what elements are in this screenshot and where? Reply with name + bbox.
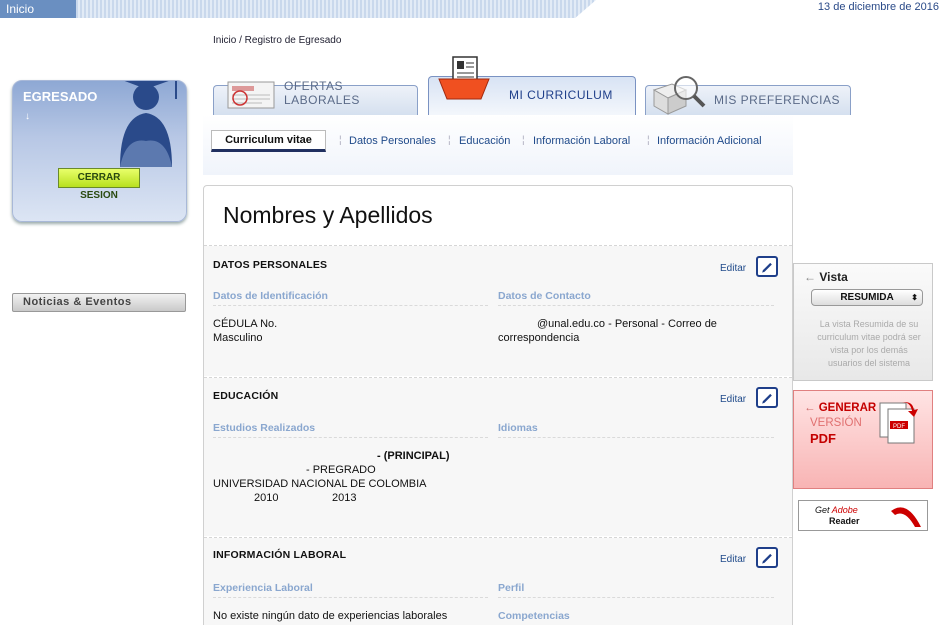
subnav-separator: ¦ <box>448 135 451 146</box>
current-date: 13 de diciembre de 2016 <box>817 1 939 13</box>
gender: Masculino <box>213 332 263 344</box>
work-section-title: INFORMACIÓN LABORAL <box>213 549 347 561</box>
pdf-document-icon: PDF <box>879 402 918 444</box>
graduate-silhouette-icon <box>120 81 177 167</box>
tab-my-curriculum-label: MI CURRICULUM <box>509 88 613 102</box>
education-year-end: 2013 <box>332 492 357 504</box>
pdf-line3: PDF <box>810 431 836 446</box>
pencil-edit-icon[interactable] <box>756 387 778 408</box>
news-events-button[interactable]: Noticias & Eventos <box>12 293 186 312</box>
tab-my-preferences[interactable]: MIS PREFERENCIAS <box>645 76 851 115</box>
education-year-start: 2010 <box>254 492 279 504</box>
divider <box>498 437 774 438</box>
breadcrumb: Inicio / Registro de Egresado <box>213 35 342 46</box>
arrow-left-icon: ← <box>804 270 820 284</box>
subtab-personal-data[interactable]: Datos Personales <box>349 135 436 147</box>
profile-name: Nombres y Apellidos <box>223 202 433 228</box>
education-section-title: EDUCACIÓN <box>213 390 279 402</box>
skills-header: Competencias <box>498 610 570 622</box>
generate-pdf-button[interactable]: ← GENERAR VERSIÓN PDF PDF <box>793 390 933 489</box>
adobe-product: Reader <box>829 516 860 526</box>
adobe-reader-label: Get Adobe Reader <box>815 505 860 527</box>
id-data-header: Datos de Identificación <box>213 290 328 302</box>
magnifier-cube-icon <box>652 76 706 115</box>
tab-job-offers[interactable]: OFERTAS LABORALES <box>213 79 418 115</box>
divider <box>498 597 774 598</box>
divider <box>498 305 774 306</box>
contact-data-header: Datos de Contacto <box>498 290 591 302</box>
education-section <box>204 378 792 536</box>
user-role: EGRESADO <box>23 89 98 104</box>
studies-header: Estudios Realizados <box>213 422 316 434</box>
personal-section-title: DATOS PERSONALES <box>213 259 328 271</box>
user-card: EGRESADO ↓ CERRAR SESION <box>12 80 187 222</box>
subtab-work-info[interactable]: Información Laboral <box>533 135 630 147</box>
education-level: - PREGRADO <box>306 464 376 476</box>
subnav-separator: ¦ <box>647 135 650 146</box>
generate-pdf-label: ← GENERAR VERSIÓN PDF <box>804 401 876 446</box>
experience-header: Experiencia Laboral <box>213 582 313 594</box>
pencil-edit-icon[interactable] <box>756 547 778 568</box>
divider <box>213 305 488 306</box>
contact-email: @unal.edu.co - Personal - Correo de <box>537 318 717 330</box>
pdf-line2: VERSIÓN <box>810 417 862 429</box>
view-options-box: ← Vista RESUMIDA ⬍ La vista Resumida de s… <box>793 263 933 381</box>
id-document: CÉDULA No. <box>213 318 278 330</box>
subnav-separator: ¦ <box>522 135 525 146</box>
tab-my-curriculum[interactable]: MI CURRICULUM <box>428 56 636 116</box>
education-edit-link[interactable]: Editar <box>720 394 746 405</box>
education-principal: - (PRINCIPAL) <box>377 450 450 462</box>
logout-button[interactable]: CERRAR SESION <box>58 168 140 201</box>
resume-folder-icon <box>438 56 490 100</box>
no-experience-text: No existe ningún dato de experiencias la… <box>213 610 448 622</box>
view-title: ← Vista <box>804 270 848 284</box>
tab-job-offers-label: OFERTAS LABORALES <box>284 79 360 107</box>
subtab-education[interactable]: Educación <box>459 135 510 147</box>
arrow-down-icon: ↓ <box>25 111 30 122</box>
subtab-additional-info[interactable]: Información Adicional <box>657 135 762 147</box>
adobe-logo-icon <box>891 507 921 527</box>
select-arrows-icon: ⬍ <box>911 293 918 302</box>
view-select-value: RESUMIDA <box>840 292 894 303</box>
divider <box>213 437 488 438</box>
adobe-brand: Adobe <box>831 505 858 515</box>
divider <box>213 597 488 598</box>
svg-text:PDF: PDF <box>893 424 905 430</box>
get-adobe-reader-button[interactable]: Get Adobe Reader <box>798 500 928 531</box>
subnav-separator: ¦ <box>339 135 342 146</box>
languages-header: Idiomas <box>498 422 538 434</box>
education-university: UNIVERSIDAD NACIONAL DE COLOMBIA <box>213 478 427 490</box>
profile-header: Perfil <box>498 582 525 594</box>
top-stripe <box>76 0 596 18</box>
work-edit-link[interactable]: Editar <box>720 554 746 565</box>
pencil-edit-icon[interactable] <box>756 256 778 277</box>
personal-edit-link[interactable]: Editar <box>720 263 746 274</box>
contact-type: correspondencia <box>498 332 580 344</box>
job-offers-icon <box>227 81 275 109</box>
home-tab[interactable]: Inicio <box>0 0 76 18</box>
tab-my-preferences-label: MIS PREFERENCIAS <box>714 93 841 107</box>
adobe-get: Get <box>815 505 830 515</box>
subtab-curriculum-vitae[interactable]: Curriculum vitae <box>211 130 326 152</box>
home-tab-label: Inicio <box>6 2 35 16</box>
view-select[interactable]: RESUMIDA ⬍ <box>811 289 923 306</box>
pdf-line1: GENERAR <box>818 402 877 414</box>
view-help-text: La vista Resumida de su curriculum vitae… <box>817 319 921 368</box>
arrow-left-icon: ← <box>804 402 819 414</box>
view-title-label: Vista <box>819 270 848 284</box>
